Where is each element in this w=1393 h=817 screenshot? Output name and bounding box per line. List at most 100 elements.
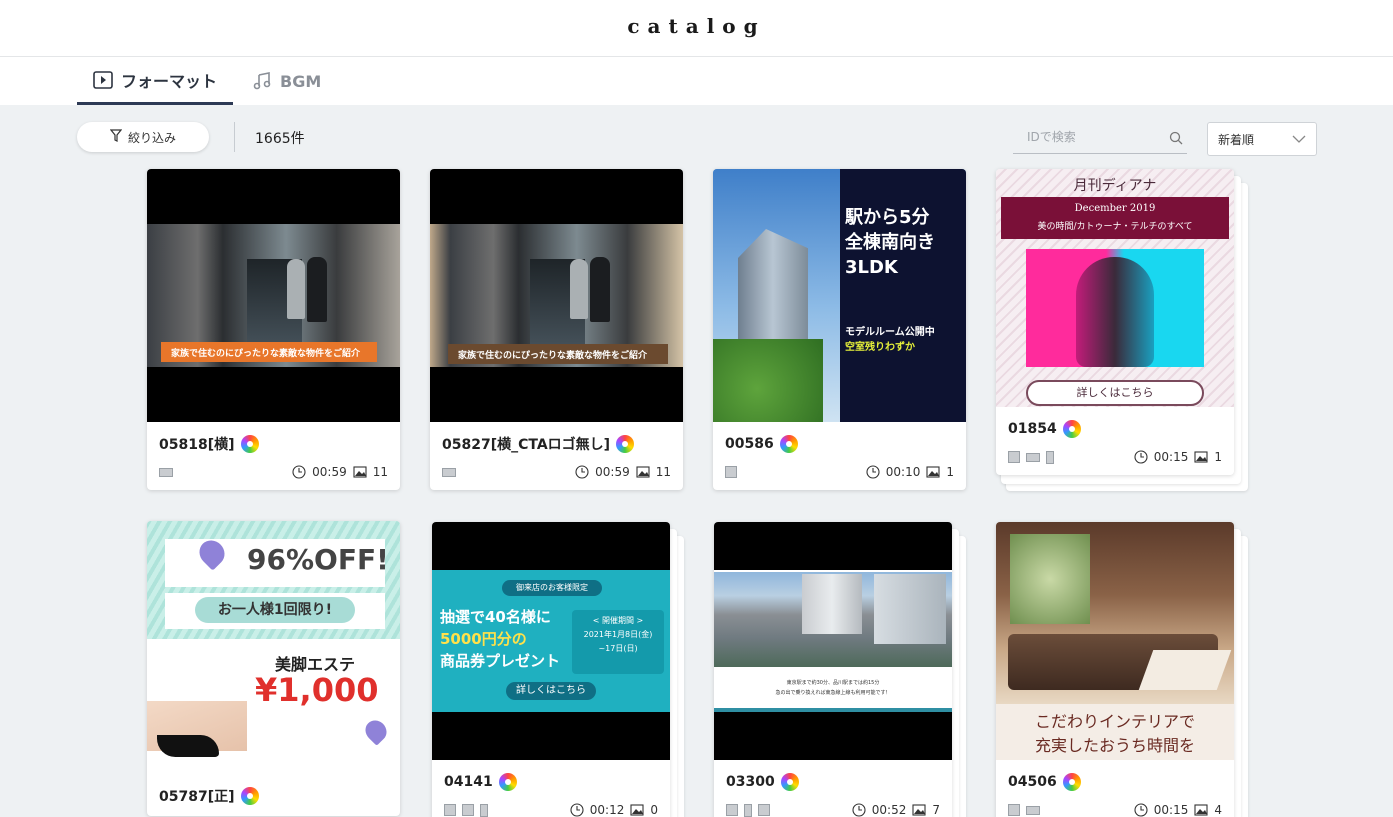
- search-box: [1013, 122, 1187, 154]
- square-format-icon: [1008, 451, 1020, 463]
- thumb-headline: 5000円分の: [440, 630, 527, 648]
- card-duration: 00:10: [885, 465, 921, 479]
- landscape-format-icon: [1026, 452, 1040, 462]
- square-format-icon: [462, 804, 474, 816]
- template-card[interactable]: 家族で住むのにぴったりな素敵な物件をご紹介 05827[横_CTAロゴ無し] 0…: [430, 169, 683, 490]
- card-thumbnail: 家族で住むのにぴったりな素敵な物件をご紹介: [430, 169, 683, 422]
- template-card[interactable]: 月刊ディアナ December 2019 美の時間/カトゥーナ・テルチのすべて …: [996, 169, 1234, 475]
- clock-icon: [1134, 450, 1148, 464]
- search-icon[interactable]: [1169, 130, 1185, 146]
- thumb-cta: 詳しくはこちら: [1026, 380, 1204, 406]
- card-thumbnail: 東京駅まで約30分、品川駅までは約15分 急の出で乗り換えれば東急線上線も利用可…: [714, 522, 952, 760]
- thumb-headline: こだわりインテリアで: [1034, 712, 1195, 731]
- format-icons: [1008, 804, 1040, 816]
- format-icons: [1008, 450, 1054, 464]
- template-card[interactable]: 家族で住むのにぴったりな素敵な物件をご紹介 05818[横] 00:59 11: [147, 169, 400, 490]
- thumb-headline: 商品券プレゼント: [440, 652, 561, 670]
- format-icons: [725, 466, 737, 478]
- square-format-icon: [1008, 804, 1020, 816]
- template-card[interactable]: こだわりインテリアで 充実したおうち時間を 04506 00:15 4: [996, 522, 1234, 817]
- thumb-headline: 全棟南向き: [845, 232, 935, 253]
- template-card[interactable]: 96%OFF! お一人様1回限り! 美脚エステ ¥1,000 05787[正]: [147, 521, 400, 816]
- card-thumbnail: こだわりインテリアで 充実したおうち時間を: [996, 522, 1234, 760]
- thumb-period-label: < 開催期間 >: [592, 616, 644, 625]
- thumb-subline: 空室残りわずか: [845, 342, 915, 353]
- color-palette-icon[interactable]: [1062, 420, 1081, 438]
- clock-icon: [1134, 803, 1148, 817]
- clock-icon: [292, 465, 306, 479]
- card-duration: 00:15: [1153, 450, 1189, 464]
- card-meta: 03300 00:52 7: [714, 760, 952, 817]
- image-icon: [1194, 803, 1208, 817]
- clock-icon: [866, 465, 880, 479]
- sort-value: 新着順: [1218, 132, 1255, 147]
- thumb-subtitle: 美の時間/カトゥーナ・テルチのすべて: [1037, 222, 1193, 232]
- template-card-wrapper: 家族で住むのにぴったりな素敵な物件をご紹介 05827[横_CTAロゴ無し] 0…: [430, 169, 683, 492]
- card-image-count: 11: [655, 465, 671, 479]
- card-id: 05787[正]: [159, 789, 235, 805]
- clock-icon: [570, 803, 584, 817]
- template-card-wrapper: 御来店のお客様限定 抽選で40名様に 5000円分の 商品券プレゼント < 開催…: [432, 522, 685, 817]
- color-palette-icon[interactable]: [779, 435, 798, 453]
- card-meta: 04506 00:15 4: [996, 760, 1234, 817]
- card-thumbnail: 家族で住むのにぴったりな素敵な物件をご紹介: [147, 169, 400, 422]
- landscape-format-icon: [159, 467, 173, 477]
- tab-bgm[interactable]: BGM: [236, 57, 337, 105]
- thumb-period: 2021年1月8日(金): [583, 630, 653, 639]
- tab-format[interactable]: フォーマット: [77, 57, 233, 105]
- template-card-wrapper: 駅から5分 全棟南向き 3LDK モデルルーム公開中 空室残りわずか 00586: [713, 169, 966, 492]
- template-card-wrapper: こだわりインテリアで 充実したおうち時間を 04506 00:15 4: [996, 522, 1249, 817]
- card-thumbnail: 96%OFF! お一人様1回限り! 美脚エステ ¥1,000: [147, 521, 400, 774]
- image-icon: [926, 465, 940, 479]
- template-card-wrapper: 家族で住むのにぴったりな素敵な物件をご紹介 05818[横] 00:59 11: [147, 169, 400, 492]
- card-thumbnail: 月刊ディアナ December 2019 美の時間/カトゥーナ・テルチのすべて …: [996, 169, 1234, 407]
- format-icons: [159, 467, 173, 477]
- color-palette-icon[interactable]: [780, 773, 799, 791]
- template-card[interactable]: 駅から5分 全棟南向き 3LDK モデルルーム公開中 空室残りわずか 00586: [713, 169, 966, 490]
- color-palette-icon[interactable]: [240, 787, 259, 805]
- image-icon: [636, 465, 650, 479]
- card-id: 05818[横]: [159, 437, 235, 453]
- thumb-issue: December 2019: [1074, 203, 1156, 214]
- app-header: catalog: [0, 0, 1393, 57]
- thumb-price: ¥1,000: [255, 671, 379, 709]
- card-thumbnail: 御来店のお客様限定 抽選で40名様に 5000円分の 商品券プレゼント < 開催…: [432, 522, 670, 760]
- portrait-format-icon: [480, 803, 488, 817]
- card-duration: 00:59: [312, 465, 347, 479]
- color-palette-icon[interactable]: [498, 773, 517, 791]
- card-image-count: 11: [372, 465, 388, 479]
- result-count: 1665件: [255, 131, 305, 147]
- thumb-caption: 家族で住むのにぴったりな素敵な物件をご紹介: [161, 342, 377, 362]
- template-card[interactable]: 御来店のお客様限定 抽選で40名様に 5000円分の 商品券プレゼント < 開催…: [432, 522, 670, 817]
- thumb-offer: お一人様1回限り!: [195, 597, 355, 623]
- card-meta: 04141 00:12 0: [432, 760, 670, 817]
- color-palette-icon[interactable]: [616, 435, 635, 453]
- toolbar: 絞り込み 1665件 新着順: [0, 118, 1393, 158]
- template-card-wrapper: 東京駅まで約30分、品川駅までは約15分 急の出で乗り換えれば東急線上線も利用可…: [714, 522, 967, 817]
- thumb-caption: 東京駅まで約30分、品川駅までは約15分: [786, 680, 880, 686]
- card-meta: 05818[横] 00:59 11: [147, 422, 400, 490]
- card-duration: 00:12: [589, 803, 625, 817]
- card-meta: 05787[正]: [147, 774, 400, 816]
- image-icon: [353, 465, 367, 479]
- portrait-format-icon: [1046, 450, 1054, 464]
- chevron-down-icon: [1292, 133, 1306, 147]
- filter-button[interactable]: 絞り込み: [77, 122, 209, 152]
- filter-label: 絞り込み: [127, 130, 176, 145]
- search-input[interactable]: [1013, 122, 1163, 152]
- tab-bgm-label: BGM: [280, 71, 322, 91]
- color-palette-icon[interactable]: [1062, 773, 1081, 791]
- thumb-cta: 詳しくはこちら: [506, 682, 596, 700]
- card-image-count: 4: [1214, 803, 1222, 817]
- card-id: 00586: [725, 436, 774, 452]
- template-card[interactable]: 東京駅まで約30分、品川駅までは約15分 急の出で乗り換えれば東急線上線も利用可…: [714, 522, 952, 817]
- card-meta: 05827[横_CTAロゴ無し] 00:59 11: [430, 422, 683, 490]
- color-palette-icon[interactable]: [240, 435, 259, 453]
- tab-format-label: フォーマット: [121, 71, 218, 91]
- image-icon: [1194, 450, 1208, 464]
- thumb-caption: 家族で住むのにぴったりな素敵な物件をご紹介: [448, 344, 668, 364]
- thumb-headline: 充実したおうち時間を: [1034, 736, 1195, 755]
- thumb-headline: 3LDK: [845, 257, 898, 278]
- app-logo[interactable]: catalog: [0, 14, 1393, 38]
- sort-select[interactable]: 新着順: [1207, 122, 1317, 156]
